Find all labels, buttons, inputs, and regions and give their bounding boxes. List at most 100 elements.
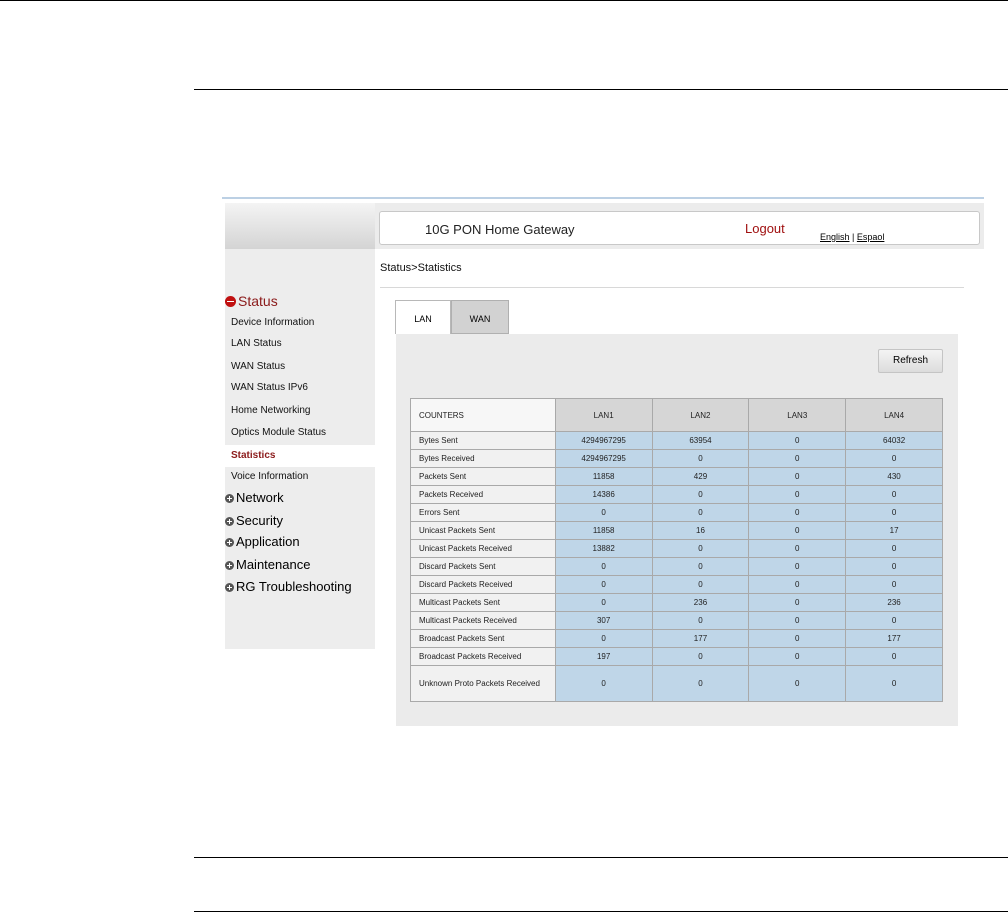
- table-header-row: COUNTERS LAN1 LAN2 LAN3 LAN4: [410, 398, 943, 432]
- sidebar-section-network[interactable]: Network: [225, 489, 284, 507]
- header-bar: 10G PON Home Gateway Logout English | Es…: [379, 211, 980, 245]
- counter-value: 0: [748, 647, 847, 666]
- counter-value: 0: [651, 647, 750, 666]
- counter-label: Discard Packets Sent: [410, 557, 556, 576]
- counter-label: Packets Sent: [410, 467, 556, 486]
- counter-value: 0: [748, 485, 847, 504]
- counter-value: 13882: [554, 539, 653, 558]
- counter-label: Multicast Packets Sent: [410, 593, 556, 612]
- expand-icon: [225, 493, 234, 503]
- counter-label: Broadcast Packets Sent: [410, 629, 556, 648]
- counter-value: 0: [651, 557, 750, 576]
- sidebar-item-wan-status-ipv6[interactable]: WAN Status IPv6: [231, 380, 308, 396]
- counter-value: 0: [845, 503, 943, 522]
- sidebar-item-lan-status[interactable]: LAN Status: [231, 336, 282, 352]
- table-row: Discard Packets Sent 0 0 0 0: [410, 557, 943, 576]
- sidebar-section-security[interactable]: Security: [225, 512, 283, 530]
- logout-link[interactable]: Logout: [745, 221, 785, 236]
- counter-value: 0: [554, 557, 653, 576]
- counter-label: Multicast Packets Received: [410, 611, 556, 630]
- counter-value: 16: [651, 521, 750, 540]
- sidebar-item-statistics[interactable]: Statistics: [225, 445, 375, 467]
- expand-icon: [225, 516, 234, 526]
- sidebar-section-rg-troubleshooting[interactable]: RG Troubleshooting: [225, 578, 352, 596]
- language-english-link[interactable]: English: [820, 232, 850, 242]
- sidebar-section-label: Security: [236, 513, 283, 528]
- sidebar-item-wan-status[interactable]: WAN Status: [231, 359, 285, 375]
- column-header: LAN3: [748, 398, 847, 432]
- table-row: Multicast Packets Sent 0 236 0 236: [410, 593, 943, 612]
- counter-label: Bytes Sent: [410, 431, 556, 450]
- column-header: COUNTERS: [410, 398, 556, 432]
- counter-value: 4294967295: [554, 449, 653, 468]
- sidebar-section-maintenance[interactable]: Maintenance: [225, 556, 310, 574]
- sidebar-section-application[interactable]: Application: [225, 533, 300, 551]
- tab-lan[interactable]: LAN: [395, 300, 451, 334]
- sidebar-item-optics-module-status[interactable]: Optics Module Status: [231, 425, 326, 441]
- language-separator: |: [849, 232, 857, 242]
- sidebar-section-label: Maintenance: [236, 557, 311, 572]
- table-row: Unicast Packets Received 13882 0 0 0: [410, 539, 943, 558]
- doc-rule-lower-1: [194, 857, 1008, 858]
- counter-value: 307: [554, 611, 653, 630]
- counter-value: 429: [651, 467, 750, 486]
- column-header: LAN4: [845, 398, 943, 432]
- counter-label: Discard Packets Received: [410, 575, 556, 594]
- expand-icon: [225, 560, 234, 570]
- sidebar-section-label: RG Troubleshooting: [236, 579, 352, 594]
- sidebar-item-home-networking[interactable]: Home Networking: [231, 403, 310, 419]
- language-espanol-link[interactable]: Espaol: [857, 232, 885, 242]
- counter-value: 236: [845, 593, 943, 612]
- counter-value: 0: [845, 539, 943, 558]
- counter-value: 0: [845, 485, 943, 504]
- doc-rule-lower-2: [194, 911, 1008, 912]
- counter-value: 0: [748, 593, 847, 612]
- counter-value: 0: [748, 503, 847, 522]
- counter-value: 236: [651, 593, 750, 612]
- counter-value: 0: [651, 539, 750, 558]
- sidebar-section-label: Status: [238, 293, 278, 309]
- counter-value: 64032: [845, 431, 943, 450]
- counter-label: Bytes Received: [410, 449, 556, 468]
- counter-value: 0: [845, 575, 943, 594]
- counter-value: 177: [845, 629, 943, 648]
- counter-value: 0: [845, 647, 943, 666]
- breadcrumb: Status>Statistics: [380, 262, 462, 274]
- collapse-icon: [225, 295, 236, 307]
- refresh-button[interactable]: Refresh: [878, 349, 943, 373]
- counter-value: 11858: [554, 467, 653, 486]
- sidebar-section-status[interactable]: Status: [225, 292, 278, 310]
- table-row: Multicast Packets Received 307 0 0 0: [410, 611, 943, 630]
- sidebar-section-label: Network: [236, 490, 284, 505]
- counter-value: 0: [554, 629, 653, 648]
- counter-value: 0: [748, 449, 847, 468]
- statistics-table: COUNTERS LAN1 LAN2 LAN3 LAN4 Bytes Sent 4…: [410, 398, 943, 702]
- sidebar-item-voice-information[interactable]: Voice Information: [231, 469, 308, 485]
- breadcrumb-divider: [380, 287, 964, 288]
- counter-value: 0: [651, 503, 750, 522]
- counter-label: Unicast Packets Received: [410, 539, 556, 558]
- sidebar: Status Device Information LAN Status WAN…: [225, 203, 375, 649]
- counter-value: 0: [651, 665, 750, 702]
- counter-value: 430: [845, 467, 943, 486]
- brand-title: 10G PON Home Gateway: [425, 222, 575, 237]
- counter-value: 0: [554, 593, 653, 612]
- counter-value: 0: [554, 503, 653, 522]
- counter-value: 0: [845, 611, 943, 630]
- counter-value: 0: [748, 629, 847, 648]
- counter-value: 0: [748, 557, 847, 576]
- counter-value: 0: [748, 467, 847, 486]
- sidebar-item-device-information[interactable]: Device Information: [231, 315, 314, 331]
- tab-wan[interactable]: WAN: [451, 300, 509, 334]
- counter-label: Broadcast Packets Received: [410, 647, 556, 666]
- page-top-rule: [0, 0, 1008, 1]
- counter-value: 0: [748, 521, 847, 540]
- sidebar-section-label: Application: [236, 534, 300, 549]
- counter-value: 0: [651, 575, 750, 594]
- table-row: Unknown Proto Packets Received 0 0 0 0: [410, 665, 943, 702]
- counter-label: Unicast Packets Sent: [410, 521, 556, 540]
- table-row: Unicast Packets Sent 11858 16 0 17: [410, 521, 943, 540]
- table-row: Packets Sent 11858 429 0 430: [410, 467, 943, 486]
- table-row: Packets Received 14386 0 0 0: [410, 485, 943, 504]
- counter-value: 17: [845, 521, 943, 540]
